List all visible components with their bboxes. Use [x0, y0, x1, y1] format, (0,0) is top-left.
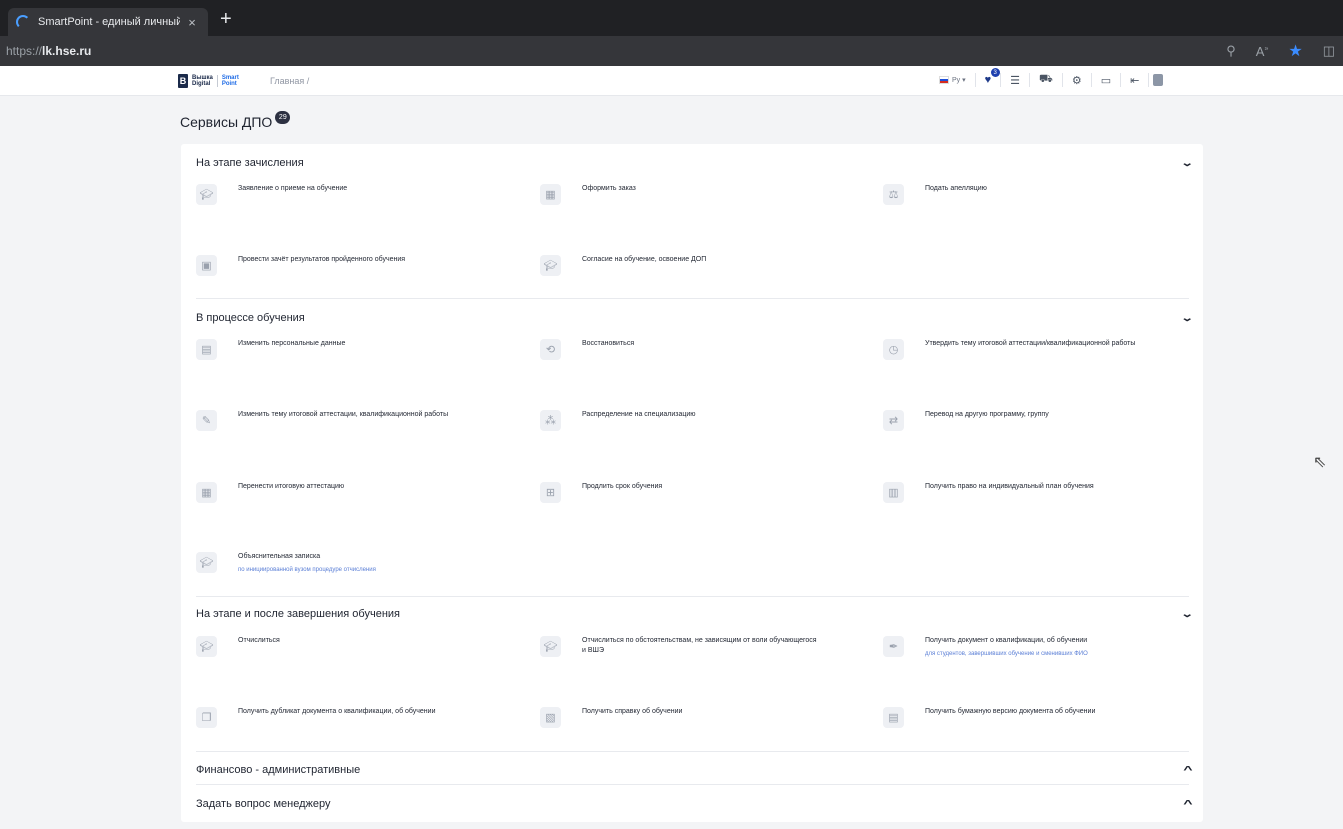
logo-smartpoint: Smart Point [221, 75, 239, 87]
logout-icon[interactable]: ⇤ [1121, 73, 1150, 87]
breadcrumb[interactable]: Главная / [270, 76, 309, 86]
url-field[interactable]: https://lk.hse.ru [0, 44, 91, 58]
service-item[interactable]: ⚖ Подать апелляцию [883, 184, 1183, 205]
logo[interactable]: B Вышка Digital Smart Point [178, 74, 239, 88]
services-count-badge: 29 [275, 110, 291, 124]
service-item[interactable]: ❐ Получить дубликат документа о квалифик… [196, 707, 496, 728]
new-tab-button[interactable]: + [220, 9, 232, 29]
service-item[interactable]: 🎓︎ Объяснительная записка по инициирован… [196, 552, 496, 575]
zoom-icon[interactable]: ⚲ [1226, 43, 1236, 59]
service-item[interactable]: ⊞ Продлить срок обучения [540, 482, 840, 503]
duplicate-document-icon: ❐ [196, 707, 217, 728]
chevron-down-icon[interactable]: ⌄ [1180, 609, 1193, 620]
russian-flag-icon [939, 76, 949, 84]
transfer-icon: ⇄ [883, 410, 904, 431]
service-item[interactable]: ▣ Провести зачёт результатов пройденного… [196, 255, 496, 276]
service-item[interactable]: ✒ Получить документ о квалификации, об о… [883, 636, 1183, 659]
service-item[interactable]: ▤ Получить бумажную версию документа об … [883, 707, 1183, 728]
section-divider [196, 596, 1189, 597]
people-network-icon: ⁂ [540, 410, 561, 431]
logo-divider [216, 75, 218, 87]
header-toolbar: Ру ▾ ♥ 3 ☰ ⛟ ⚙ ▭ ⇤ [930, 68, 1172, 87]
browser-tab[interactable]: SmartPoint - единый личный ка × [8, 8, 208, 36]
section-divider [196, 784, 1189, 785]
service-item[interactable]: 🎓︎ Заявление о приеме на обучение [196, 184, 496, 205]
section-header-completion[interactable]: На этапе и после завершения обучения ⌄ [196, 604, 1194, 624]
paper-document-icon: ▤ [883, 707, 904, 728]
service-item[interactable]: 🎓︎ Отчислиться [196, 636, 496, 657]
service-item[interactable]: ✎ Изменить тему итоговой аттестации, ква… [196, 410, 496, 431]
calendar-icon: ▦ [196, 482, 217, 503]
logo-mark-icon: B [178, 74, 188, 88]
service-item[interactable]: ▧ Получить справку об обучении [540, 707, 840, 728]
chevron-up-icon[interactable]: ^ [1183, 799, 1192, 810]
plan-icon: ▥ [883, 482, 904, 503]
scales-icon: ⚖ [883, 184, 904, 205]
edit-document-icon: ✎ [196, 410, 217, 431]
section-header-ask-manager[interactable]: Задать вопрос менеджеру ^ [196, 794, 1193, 814]
language-switcher[interactable]: Ру ▾ [930, 73, 976, 87]
service-item[interactable]: ▦ Перенести итоговую аттестацию [196, 482, 496, 503]
graduation-cap-icon: 🎓︎ [196, 184, 217, 205]
section-header-finance[interactable]: Финансово - административные ^ [196, 760, 1193, 780]
building-icon: ▦ [540, 184, 561, 205]
restore-icon: ⟲ [540, 339, 561, 360]
read-aloud-icon[interactable]: A» [1256, 44, 1269, 59]
loading-spinner-icon [16, 15, 30, 29]
service-item[interactable]: ▦ Оформить заказ [540, 184, 840, 205]
section-divider [196, 298, 1189, 299]
service-item[interactable]: ⟲ Восстановиться [540, 339, 840, 360]
page-title: Сервисы ДПО 29 [180, 110, 291, 130]
favorites-button[interactable]: ♥ 3 [976, 68, 1002, 87]
favorites-count-badge: 3 [990, 68, 1000, 77]
service-item[interactable]: ◷ Утвердить тему итоговой аттестации/ква… [883, 339, 1173, 360]
heart-icon: ♥ [984, 74, 992, 86]
tab-title: SmartPoint - единый личный ка [38, 16, 180, 28]
service-item[interactable]: ⁂ Распределение на специализацию [540, 410, 840, 431]
document-clock-icon: ◷ [883, 339, 904, 360]
list-icon[interactable]: ☰ [1001, 73, 1031, 87]
certificate-icon: ▧ [540, 707, 561, 728]
presentation-board-icon: ▣ [196, 255, 217, 276]
graduation-cap-icon: 🎓︎ [540, 255, 561, 276]
service-item[interactable]: ▥ Получить право на индивидуальный план … [883, 482, 1183, 503]
section-header-in-progress[interactable]: В процессе обучения ⌄ [196, 308, 1194, 328]
chevron-down-icon[interactable]: ⌄ [1180, 158, 1193, 169]
extend-calendar-icon: ⊞ [540, 482, 561, 503]
browser-tab-bar: SmartPoint - единый личный ка × + [0, 0, 1343, 36]
split-screen-icon[interactable]: ◫ [1323, 43, 1335, 59]
service-item[interactable]: 🎓︎ Согласие на обучение, освоение ДОП [540, 255, 840, 276]
chevron-down-icon[interactable]: ⌄ [1180, 313, 1193, 324]
graduation-cap-icon: 🎓︎ [540, 636, 561, 657]
mouse-cursor-icon: ⇖ [1313, 454, 1327, 471]
cart-icon[interactable]: ⛟ [1030, 73, 1063, 87]
tab-close-icon[interactable]: × [184, 15, 200, 30]
chat-icon[interactable]: ▭ [1092, 73, 1122, 87]
settings-icon[interactable]: ⚙ [1063, 73, 1092, 87]
service-item[interactable]: 🎓︎ Отчислиться по обстоятельствам, не за… [540, 636, 840, 657]
service-item[interactable]: ⇄ Перевод на другую программу, группу [883, 410, 1183, 431]
id-card-icon: ▤ [196, 339, 217, 360]
logo-text: Вышка Digital [192, 75, 213, 87]
section-divider [196, 751, 1189, 752]
pen-document-icon: ✒ [883, 636, 904, 657]
section-header-enrollment[interactable]: На этапе зачисления ⌄ [196, 153, 1194, 173]
address-bar[interactable]: https://lk.hse.ru ⚲ A» ★ ◫ [0, 36, 1343, 66]
avatar[interactable] [1149, 73, 1172, 87]
graduation-cap-icon: 🎓︎ [196, 636, 217, 657]
service-item[interactable]: ▤ Изменить персональные данные [196, 339, 496, 360]
site-header: B Вышка Digital Smart Point Главная / Ру… [0, 66, 1343, 96]
graduation-cap-icon: 🎓︎ [196, 552, 217, 573]
favorite-star-icon[interactable]: ★ [1288, 41, 1302, 61]
services-card: На этапе зачисления ⌄ 🎓︎ Заявление о при… [181, 144, 1203, 822]
chevron-up-icon[interactable]: ^ [1183, 765, 1192, 776]
